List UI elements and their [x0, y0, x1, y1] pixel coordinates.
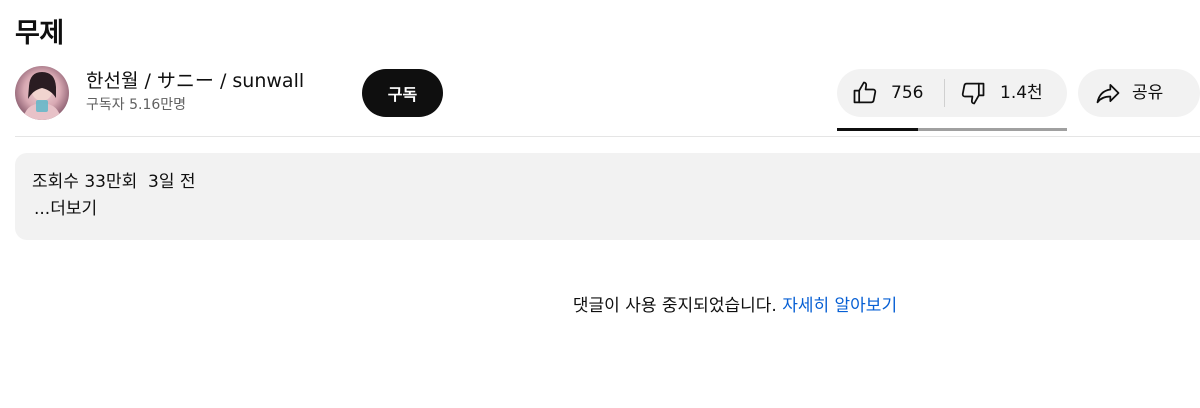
- dislike-button[interactable]: 1.4천: [945, 69, 1067, 117]
- like-button[interactable]: 756: [837, 69, 944, 117]
- owner-row: 한선월 / サニー / sunwall 구독자 5.16만명 구독 756 1.…: [15, 64, 1200, 131]
- channel-avatar[interactable]: [15, 66, 69, 120]
- like-dislike-group: 756 1.4천: [837, 69, 1067, 117]
- subscribe-label: 구독: [387, 85, 418, 104]
- view-count-and-date: 조회수 33만회 3일 전: [32, 172, 196, 192]
- thumbs-down-icon: [959, 79, 987, 107]
- header-divider: [15, 136, 1200, 137]
- thumbs-up-icon: [851, 79, 879, 107]
- like-ratio-fill: [837, 128, 918, 131]
- like-ratio-bar: [837, 128, 1067, 131]
- comments-disabled-message: 댓글이 사용 중지되었습니다. 자세히 알아보기: [0, 293, 1200, 319]
- comments-disabled-text: 댓글이 사용 중지되었습니다.: [572, 296, 777, 316]
- share-label: 공유: [1132, 83, 1164, 103]
- share-arrow-icon: [1094, 79, 1122, 107]
- share-button[interactable]: 공유: [1078, 69, 1200, 117]
- dislike-count: 1.4천: [1000, 83, 1043, 103]
- show-more-link[interactable]: ...더보기: [34, 196, 97, 222]
- subscribe-button[interactable]: 구독: [362, 69, 443, 117]
- channel-name[interactable]: 한선월 / サニー / sunwall: [86, 68, 304, 94]
- learn-more-link[interactable]: 자세히 알아보기: [782, 296, 897, 316]
- avatar-image: [23, 72, 61, 120]
- video-page: 무제 한선월 / サニー / sunwall 구독자 5.16만명 구독 756…: [0, 0, 1200, 408]
- like-count: 756: [891, 83, 924, 103]
- description-box[interactable]: 조회수 33만회 3일 전 ...더보기: [15, 153, 1200, 240]
- subscriber-count: 구독자 5.16만명: [86, 97, 187, 113]
- video-title: 무제: [15, 18, 64, 49]
